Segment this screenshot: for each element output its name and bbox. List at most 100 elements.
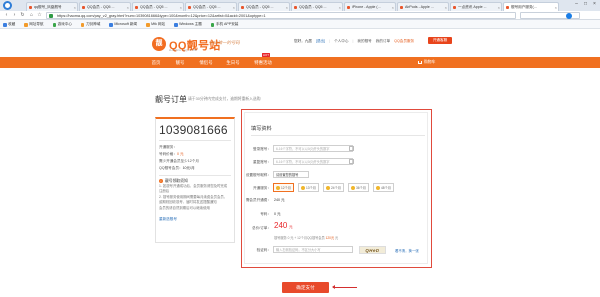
back-arrow-icon[interactable]: ‹ [3,12,10,19]
nav-couple-numbers[interactable]: 情侣号 [196,57,216,68]
confirm-account-input[interactable]: 6-16个字符，不可以以0(0)开头的数字 [273,158,353,165]
browser-tab[interactable]: QQ会员 - QQ5 ... × [132,2,184,11]
account-picker-icon[interactable] [349,146,354,151]
member-center-link[interactable]: 个人中心 [334,39,348,43]
refresh-icon[interactable]: ↻ [19,12,26,19]
coin-icon [276,186,280,191]
browser-tab-active[interactable]: 靓号用户服务(... × [503,2,559,11]
tab-close-icon[interactable]: × [339,3,341,11]
tab-favicon-icon [82,6,85,9]
price-breakdown: 靓号服务 0 元 + 12个月QQ靓号会员 120元 元 [274,236,339,240]
logout-link[interactable]: [退出] [316,39,325,43]
captcha-input[interactable]: 输入右侧验证码，不区分大小写 [273,246,353,253]
refresh-captcha-link[interactable]: 看不清，换一张 [395,248,419,253]
my-numbers-link[interactable]: 我的靓号 [357,39,371,43]
bookmark-item[interactable]: Mtk 网站 [146,20,165,29]
bookmark-item[interactable]: 游戏中心 [52,20,72,29]
tab-close-icon[interactable]: × [392,3,394,11]
bookmark-item[interactable]: 收藏 [3,20,15,29]
page-title: 靓号订单 [155,95,187,104]
tab-favicon-icon [347,6,350,9]
browser-tab[interactable]: QQ会员 - QQ5 ... × [291,2,343,11]
login-account-label: 登录账号： [253,147,271,151]
captcha-image[interactable]: QHeD [359,246,386,254]
divider [159,140,231,141]
form-title: 填写资料 [251,126,272,132]
tab-close-icon[interactable]: × [445,3,447,11]
period-option-12[interactable]: 12个月 [273,183,294,192]
tab-favicon-icon [294,6,297,9]
url-input[interactable]: https://haoma.qq.com/pay_v2_gray.html?nu… [46,12,516,19]
cart-icon [418,60,422,64]
bookmarks-bar: 收藏 网址导航 游戏中心 刀剑神域 Microsoft 新闻 Mtk 网站 Wi… [0,20,600,29]
confirm-pay-button[interactable]: 确定支付 [282,282,329,293]
browser-tab[interactable]: QQ会员 - QQ5 ... × [79,2,131,11]
number-fee-value: 0 元 [274,212,281,216]
site-header: 靓 QQ靓号站 HAOMA.QQ.COM 拍出独一的号码 您好，九居 [退出] … [0,29,600,57]
tab-close-icon[interactable]: × [127,3,129,11]
divider [159,174,231,175]
browser-tab[interactable]: 一点资讯 Apple ... × [450,2,502,11]
tab-close-icon[interactable]: × [233,3,235,11]
period-option-36[interactable]: 36个月 [348,183,369,192]
maximize-icon[interactable]: □ [582,1,589,7]
total-price: 240 [274,221,288,230]
period-option-48[interactable]: 48个月 [373,183,394,192]
cart-link[interactable]: 购物车 [418,57,435,68]
total-unit: 元 [289,225,293,229]
arrow-annotation-icon [332,285,357,289]
price-value: 0 元 [176,151,184,156]
member-fee-value: 240 元 [274,198,285,202]
nav-home[interactable]: 首页 [146,57,166,68]
browser-logo-icon[interactable] [3,1,12,10]
hot-badge: HOT [262,53,270,57]
nav-birthday-numbers[interactable]: 生日号 [223,57,243,68]
tab-close-icon[interactable]: × [555,3,557,11]
reselect-number-link[interactable]: 重新选靓号 [159,217,231,222]
nav-promotions[interactable]: 特惠活动 HOT [250,53,276,68]
tab-favicon-icon [453,6,456,9]
browser-tab[interactable]: QQ会员 - QQ5 ... × [238,2,290,11]
coin-icon [376,186,380,191]
account-picker-icon[interactable] [349,159,354,164]
bookmark-item[interactable]: 刀剑神域 [80,20,100,29]
browser-tab[interactable]: qq靓号_凤凰靓号 × [26,2,78,11]
period-option-13[interactable]: 13个月 [298,183,319,192]
customer-service-button[interactable]: 开通客服 [428,37,452,44]
period-option-24[interactable]: 24个月 [323,183,344,192]
number-info-card: 1039081666 开通服务： 号码价格：0 元 需少开通会员至少12个月 Q… [155,117,235,243]
qq-member-service-link[interactable]: QQ会员服务 [394,39,414,43]
close-window-icon[interactable]: × [591,1,598,7]
nav-numbers[interactable]: 靓号 [170,57,190,68]
my-orders-link[interactable]: 我的订单 [376,39,390,43]
bookmark-item[interactable]: Microsoft 新闻 [109,20,137,29]
star-icon[interactable]: ☆ [36,12,43,19]
search-engine-icon[interactable] [566,12,572,19]
site-logo-icon[interactable]: 靓 [152,37,166,51]
minimize-icon[interactable]: – [573,1,580,7]
tab-favicon-icon [400,6,403,9]
bookmark-item[interactable]: 手机 APP安装 [210,20,238,29]
order-form-panel: 填写资料 登录账号： 6-16个字符，不可以以0(0)开头的数字 重复账号： 6… [241,109,432,268]
member-requirement: 需少开通会员至少12个月 [159,158,199,163]
account-links: 您好，九居 [退出] | 个人中心 | 我的靓号 我的订单 QQ会员服务 [294,39,415,43]
forward-arrow-icon[interactable]: › [11,12,18,19]
bookmark-item[interactable]: Windows 主题 [174,20,202,29]
total-label: 总价/订单： [252,226,271,230]
tab-close-icon[interactable]: × [498,3,500,11]
nickname-input[interactable]: 请设置您的靓号 [273,171,309,178]
bookmark-item[interactable]: 网址导航 [24,20,44,29]
captcha-label: 验证码： [256,248,271,252]
browser-tab[interactable]: QQ会员 - QQ5 ... × [185,2,237,11]
browser-tab[interactable]: AirPods - Apple ... × [397,2,449,11]
login-account-input[interactable]: 6-16个字符，不可以以0(0)开头的数字 [273,145,353,152]
browser-tab[interactable]: iPhone - Apple (... × [344,2,396,11]
home-icon[interactable]: ⌂ [28,12,35,19]
member-fee-label: 需会员开通费： [245,198,271,202]
tab-close-icon[interactable]: × [74,3,76,11]
qq-number: 1039081666 [159,123,228,137]
tab-close-icon[interactable]: × [180,3,182,11]
service-line: 开通服务： [159,144,177,149]
tab-close-icon[interactable]: × [286,3,288,11]
tab-favicon-icon [241,6,244,9]
